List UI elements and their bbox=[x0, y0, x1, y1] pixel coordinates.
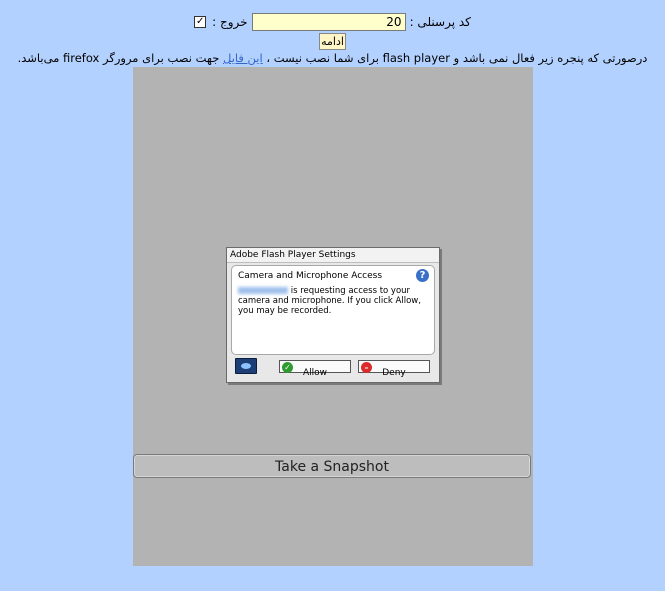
notice-flash-word: flash player bbox=[382, 51, 450, 65]
install-file-link[interactable]: این فایل bbox=[223, 51, 263, 65]
take-snapshot-button[interactable]: Take a Snapshot bbox=[133, 454, 531, 478]
install-notice: درصورتی که پنجره زیر فعال نمی باشد و fla… bbox=[0, 51, 665, 65]
monitor-icon[interactable] bbox=[235, 358, 257, 374]
notice-text-end: می‌باشد. bbox=[17, 51, 60, 65]
flash-dialog-heading: Camera and Microphone Access bbox=[238, 271, 383, 281]
help-icon[interactable]: ? bbox=[416, 269, 429, 282]
blurred-host bbox=[238, 287, 288, 294]
notice-text-start: درصورتی که پنجره زیر فعال نمی باشد و bbox=[453, 51, 648, 65]
deny-label: Deny bbox=[382, 367, 406, 378]
notice-text-after: جهت نصب برای مرورگر bbox=[103, 51, 220, 65]
exit-checkbox[interactable]: ✓ bbox=[194, 16, 207, 28]
flash-stage: Adobe Flash Player Settings Camera and M… bbox=[133, 67, 533, 566]
allow-button[interactable]: ✓ Allow bbox=[279, 360, 351, 378]
flash-dialog-title: Adobe Flash Player Settings bbox=[227, 248, 439, 263]
notice-browser-word: firefox bbox=[63, 51, 100, 65]
deny-button[interactable]: – Deny bbox=[358, 360, 430, 378]
login-form: کد پرسنلی : خروج : ✓ bbox=[0, 13, 665, 31]
continue-button[interactable]: ادامه bbox=[319, 33, 346, 50]
personnel-code-input[interactable] bbox=[251, 13, 406, 31]
exit-label: خروج : bbox=[212, 15, 248, 29]
allow-label: Allow bbox=[302, 367, 328, 378]
flash-dialog-message: is requesting access to your camera and … bbox=[238, 286, 426, 316]
flash-dialog-content: Camera and Microphone Access ? is reques… bbox=[231, 265, 435, 355]
notice-text-middle: برای شما نصب نیست ، bbox=[262, 51, 379, 65]
code-label: کد پرسنلی : bbox=[409, 15, 471, 29]
flash-settings-dialog: Adobe Flash Player Settings Camera and M… bbox=[226, 247, 440, 383]
